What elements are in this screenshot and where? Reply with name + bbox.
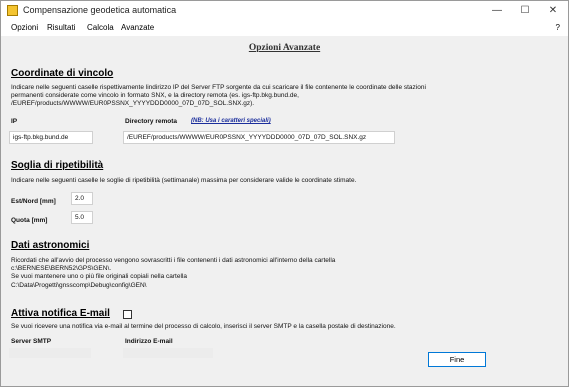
email-label: Indirizzo E-mail — [125, 338, 173, 345]
astronomici-line-2: c:\BERNESE\BERN52\GPS\GEN\. — [11, 265, 112, 273]
est-nord-input[interactable]: 2.0 — [71, 192, 93, 205]
notifica-section-title: Attiva notifica E-mail — [11, 308, 110, 319]
menu-bar: Opzioni Risultati Calcola Avanzate ? — [1, 21, 568, 36]
astronomici-line-1: Ricordati che all'avvio del processo ven… — [11, 257, 336, 264]
minimize-button[interactable]: — — [483, 1, 511, 21]
window-title: Compensazione geodetica automatica — [23, 5, 177, 15]
menu-avanzate[interactable]: Avanzate — [121, 23, 154, 32]
astronomici-line-4: C:\Data\Progetti\gnsscomp\Debug\config\G… — [11, 281, 147, 289]
ip-label: IP — [11, 118, 18, 125]
coordinate-description: Indicare nelle seguenti caselle rispetti… — [11, 84, 426, 108]
maximize-button[interactable]: ☐ — [511, 1, 539, 21]
soglia-section-title: Soglia di ripetibilità — [11, 160, 104, 171]
smtp-label: Server SMTP — [11, 338, 52, 345]
soglia-description: Indicare nelle seguenti caselle le sogli… — [11, 177, 357, 184]
page-title: Opzioni Avanzate — [248, 43, 321, 53]
help-menu[interactable]: ? — [556, 23, 560, 32]
remote-dir-label: Directory remota — [125, 118, 178, 125]
menu-calcola[interactable]: Calcola — [87, 23, 114, 32]
notifica-description: Se vuoi ricevere una notifica via e-mail… — [11, 323, 396, 330]
main-window: Compensazione geodetica automatica — ☐ ✕… — [0, 0, 569, 387]
email-input[interactable] — [123, 348, 213, 358]
astronomici-line-3: Se vuoi mantenere uno o più file origina… — [11, 273, 187, 281]
quota-label: Quota [mm] — [11, 217, 48, 224]
notify-email-checkbox[interactable] — [123, 310, 132, 319]
coordinate-section-title: Coordinate di vincolo — [11, 68, 114, 79]
est-nord-label: Est/Nord [mm] — [11, 198, 56, 205]
quota-input[interactable]: 5.0 — [71, 211, 93, 224]
options-panel: Opzioni Avanzate Coordinate di vincolo I… — [1, 36, 568, 386]
close-button[interactable]: ✕ — [539, 1, 567, 21]
special-chars-link[interactable]: (NB: Usa i caratteri speciali) — [191, 118, 271, 124]
app-icon — [7, 5, 18, 16]
ip-input[interactable]: igs-ftp.bkg.bund.de — [9, 131, 93, 144]
fine-button[interactable]: Fine — [428, 352, 486, 367]
menu-risultati[interactable]: Risultati — [47, 23, 75, 32]
astronomici-text: Ricordati che all'avvio del processo ven… — [11, 257, 471, 290]
menu-opzioni[interactable]: Opzioni — [11, 23, 38, 32]
remote-dir-input[interactable]: /EUREF/products/WWWW/EUR0PSSNX_YYYYDDD00… — [123, 131, 395, 144]
title-bar: Compensazione geodetica automatica — ☐ ✕ — [1, 1, 568, 21]
astronomici-section-title: Dati astronomici — [11, 240, 90, 251]
smtp-input[interactable] — [9, 348, 91, 358]
